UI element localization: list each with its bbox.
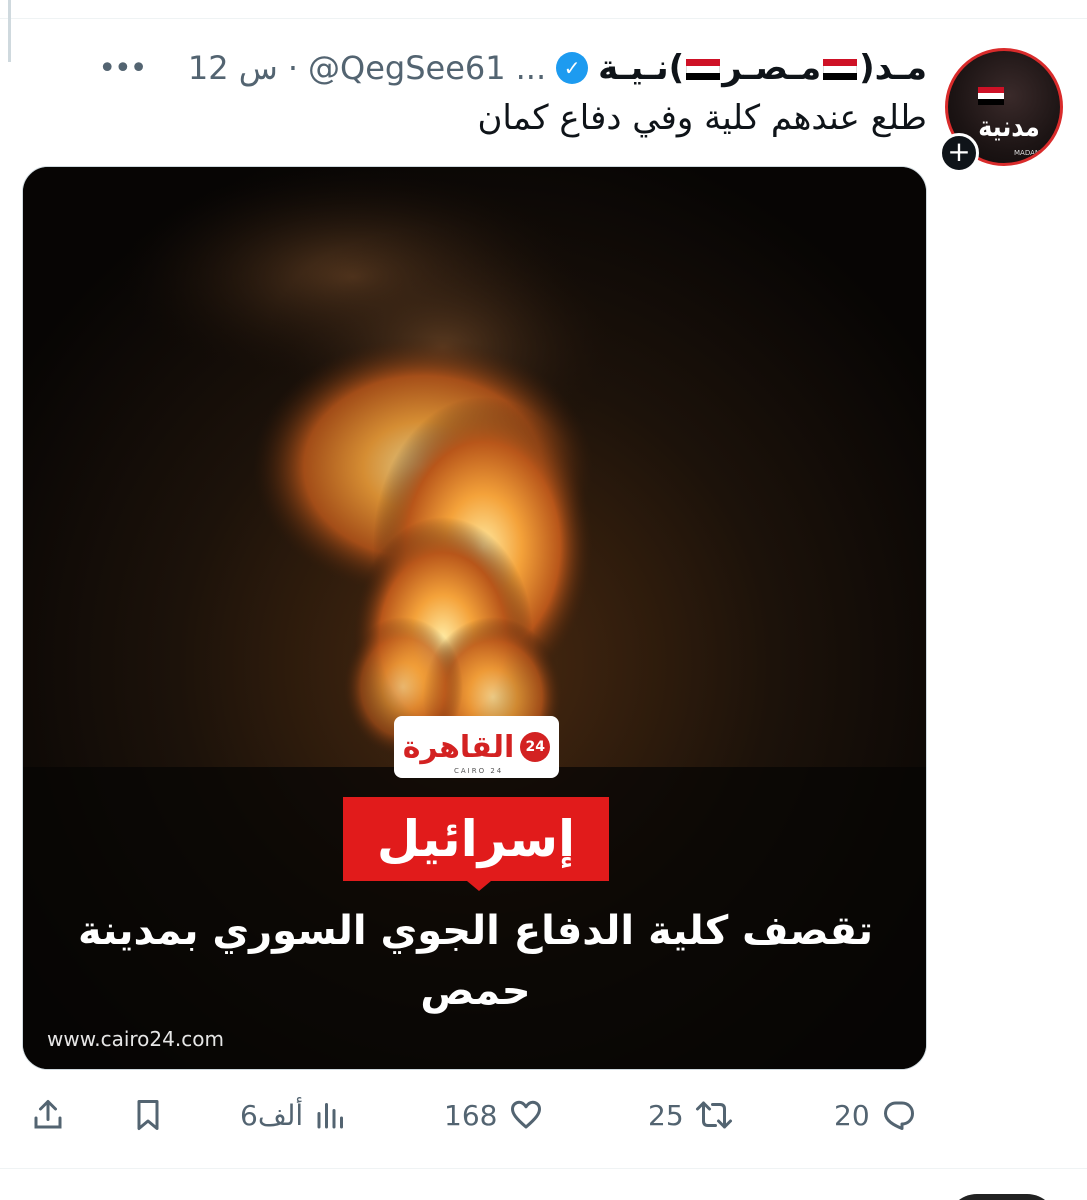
author-display-name[interactable]: مـد( مـصـر )نـيـة: [598, 48, 927, 88]
retweet-count: 25: [648, 1098, 684, 1132]
more-icon[interactable]: •••: [96, 51, 148, 86]
share-icon: [34, 1100, 62, 1129]
news-logo-text: القاهرة: [402, 729, 515, 765]
headline-caret: [467, 881, 491, 891]
bookmark-icon: [137, 1100, 159, 1130]
verified-icon[interactable]: ✓: [556, 52, 589, 84]
like-count: 168: [444, 1098, 498, 1132]
reply-count: 20: [834, 1098, 870, 1132]
retweet-icon: [695, 1101, 732, 1129]
news-logo-badge: 24: [520, 732, 551, 762]
source-url: www.cairo24.com: [47, 1027, 224, 1051]
headline-text: تقصف كلية الدفاع الجوي السوري بمدينة حمص: [77, 908, 874, 1014]
like-icon: [511, 1100, 542, 1129]
follow-button[interactable]: +: [939, 133, 979, 173]
avatar-sub-text: MADANEYA: [1014, 149, 1054, 157]
post-text: طلع عندهم كلية وفي دفاع كمان: [477, 98, 927, 138]
views-button[interactable]: 6ألف: [240, 1090, 349, 1140]
news-logo: القاهرة 24 CAIRO 24: [394, 716, 559, 778]
avatar-logo-text: مدنية: [978, 110, 1040, 143]
display-name-middle: مـصـر: [722, 48, 822, 88]
headline-red-banner: إسرائيل: [343, 797, 609, 881]
action-bar: 6ألف 168 25 20: [0, 1090, 1087, 1140]
flag-egypt-icon: [823, 58, 858, 81]
separator: ·: [287, 49, 299, 87]
bottom-divider: [0, 1168, 1087, 1169]
tweet-screen: مدنية MADANEYA + ••• 12 س · @QegSee61 ..…: [0, 0, 1087, 1200]
display-name-prefix: مـد(: [859, 48, 927, 88]
flag-egypt-icon: [978, 87, 1004, 105]
post-time[interactable]: 12 س: [188, 49, 278, 87]
flag-egypt-icon: [686, 58, 721, 81]
next-post-avatar[interactable]: [947, 1194, 1057, 1200]
display-name-suffix: )نـيـة: [598, 48, 685, 88]
reply-icon: [883, 1101, 914, 1130]
bookmark-button[interactable]: [130, 1090, 166, 1140]
share-button[interactable]: [30, 1090, 66, 1140]
post-header: ••• 12 س · @QegSee61 ... ✓ مـد( مـصـر )نـي…: [96, 40, 927, 96]
post-media-image[interactable]: القاهرة 24 CAIRO 24 إسرائيل تقصف كلية ال…: [22, 166, 927, 1070]
views-count: 6ألف: [240, 1098, 304, 1132]
top-divider: [0, 18, 1087, 19]
like-button[interactable]: 168: [444, 1090, 545, 1140]
retweet-button[interactable]: 25: [648, 1090, 734, 1140]
views-icon: [317, 1103, 344, 1129]
news-logo-sub: CAIRO 24: [454, 767, 504, 775]
truncation: ...: [515, 49, 547, 87]
author-handle[interactable]: @QegSee61: [308, 49, 506, 87]
reply-button[interactable]: 20: [834, 1090, 918, 1140]
thread-line: [8, 0, 11, 62]
